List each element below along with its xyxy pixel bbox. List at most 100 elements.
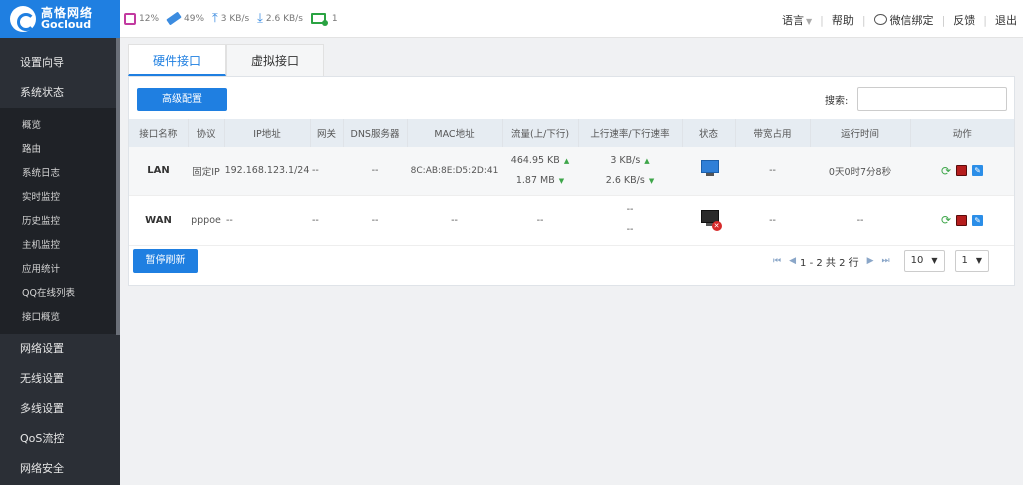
download-value: 2.6 KB/s [265, 13, 303, 24]
refresh-icon[interactable]: ⟳ [941, 213, 951, 227]
col-header-ip[interactable]: IP地址 [224, 119, 311, 147]
interface-protocol: pppoe [188, 195, 224, 246]
sidebar-item-interface-overview[interactable]: 接口概览 [0, 306, 120, 330]
prev-page-icon[interactable]: ◀ [789, 256, 796, 266]
interface-uptime: -- [810, 195, 910, 246]
monitor-icon[interactable] [956, 214, 968, 226]
pager-text: 1 - 2 共 2 行 [800, 257, 859, 269]
edit-icon[interactable]: ✎ [972, 214, 984, 226]
advanced-config-button[interactable]: 高级配置 [137, 88, 227, 111]
top-nav: 语言 ▼ | 帮助 | 微信绑定 | 反馈 | 退出 [782, 12, 1017, 28]
col-header-gateway[interactable]: 网关 [310, 119, 344, 147]
col-header-dns[interactable]: DNS服务器 [343, 119, 408, 147]
col-header-rate[interactable]: 上行速率/下行速率 [578, 119, 683, 147]
cloud-logo-icon [10, 6, 36, 32]
interface-protocol: 固定IP [188, 147, 224, 196]
online-devices-icon [310, 13, 328, 26]
language-label: 语言 [781, 14, 804, 27]
sidebar-item-multiline-settings[interactable]: 多线设置 [0, 394, 120, 424]
feedback-link[interactable]: 反馈 [953, 12, 975, 28]
sidebar-item-system-status[interactable]: 系统状态 [0, 78, 120, 108]
help-link[interactable]: 帮助 [832, 12, 854, 28]
table-header-row: 接口名称 协议 IP地址 网关 DNS服务器 MAC地址 流量(上/下行) 上行… [129, 119, 1014, 147]
cpu-icon [124, 12, 136, 25]
sidebar-item-routing[interactable]: 路由 [0, 138, 120, 162]
connected-computer-icon [698, 160, 720, 178]
sidebar-item-network-settings[interactable]: 网络设置 [0, 334, 120, 364]
online-value: 1 [331, 13, 338, 24]
wechat-bind-link[interactable]: 微信绑定 [873, 12, 934, 28]
sidebar-scrollbar[interactable] [116, 38, 120, 335]
sidebar-item-qos[interactable]: QoS流控 [0, 424, 120, 454]
interface-status [682, 147, 735, 196]
down-arrow-icon: ▼ [558, 176, 565, 185]
search-label: 搜索: [825, 96, 849, 107]
refresh-icon[interactable]: ⟳ [941, 164, 951, 178]
col-header-name[interactable]: 接口名称 [129, 119, 189, 147]
next-page-icon[interactable]: ▶ [867, 256, 874, 266]
table-row: LAN 固定IP 192.168.123.1/24 -- -- 8C:AB:8E… [129, 147, 1014, 196]
nav-divider: | [941, 13, 946, 27]
down-arrow-icon: ▼ [648, 176, 655, 185]
interface-actions: ⟳ ✎ [910, 147, 1014, 196]
pause-refresh-button[interactable]: 暂停刷新 [133, 249, 198, 273]
sidebar-item-qq-online[interactable]: QQ在线列表 [0, 282, 120, 306]
interfaces-table: 接口名称 协议 IP地址 网关 DNS服务器 MAC地址 流量(上/下行) 上行… [129, 119, 1014, 246]
interface-gateway: -- [310, 147, 343, 196]
disconnected-computer-icon: ✕ [698, 209, 722, 231]
up-arrow-icon: ▲ [563, 156, 570, 165]
sidebar-item-overview[interactable]: 概览 [0, 114, 120, 138]
monitor-icon[interactable] [956, 165, 968, 177]
table-row: WAN pppoe -- -- -- -- -- -- -- ✕ -- -- ⟳… [129, 195, 1014, 246]
traffic-up: 464.95 KB [510, 154, 560, 166]
sidebar-item-host-monitor[interactable]: 主机监控 [0, 234, 120, 258]
interface-dns: -- [343, 147, 407, 196]
sidebar: 设置向导 系统状态 概览 路由 系统日志 实时监控 历史监控 主机监控 应用统计… [0, 38, 120, 485]
interface-mac: -- [407, 195, 502, 246]
col-header-traffic[interactable]: 流量(上/下行) [502, 119, 579, 147]
interface-name: WAN [129, 195, 188, 246]
rate-up: 3 KB/s [610, 154, 641, 166]
page-select[interactable]: 1 ▼ [954, 250, 990, 272]
col-header-mac[interactable]: MAC地址 [407, 119, 503, 147]
col-header-actions: 动作 [910, 119, 1014, 147]
brand-logo[interactable]: 高恪网络 Gocloud [0, 0, 120, 38]
main-content: 硬件接口 虚拟接口 高级配置 搜索: 接口名称 协议 IP地址 网关 DNS服务… [128, 44, 1015, 286]
interface-actions: ⟳ ✎ [910, 195, 1014, 246]
download-stat: ⤓ 2.6 KB/s [257, 11, 303, 26]
interface-traffic: 464.95 KB ▲ 1.87 MB ▼ [502, 147, 578, 196]
sidebar-item-realtime-monitor[interactable]: 实时监控 [0, 186, 120, 210]
search-input[interactable] [857, 87, 1007, 111]
tab-hardware-interfaces[interactable]: 硬件接口 [128, 44, 226, 76]
interface-traffic: -- [502, 195, 578, 246]
top-bar: 高恪网络 Gocloud 12% 49% ⤒ 3 KB/s ⤓ 2.6 KB/s… [0, 0, 1023, 38]
last-page-icon[interactable]: ⏭ [882, 256, 890, 266]
col-header-uptime[interactable]: 运行时间 [810, 119, 911, 147]
col-header-status[interactable]: 状态 [682, 119, 736, 147]
edit-icon[interactable]: ✎ [972, 165, 984, 177]
sidebar-item-wireless-settings[interactable]: 无线设置 [0, 364, 120, 394]
sidebar-item-setup-wizard[interactable]: 设置向导 [0, 48, 120, 78]
wechat-icon [873, 14, 887, 25]
interface-mac: 8C:AB:8E:D5:2D:41 [407, 147, 502, 196]
col-header-bandwidth[interactable]: 带宽占用 [735, 119, 811, 147]
sidebar-item-history-monitor[interactable]: 历史监控 [0, 210, 120, 234]
language-menu[interactable]: 语言 ▼ [782, 12, 812, 28]
chevron-down-icon: ▼ [975, 256, 983, 265]
col-header-protocol[interactable]: 协议 [188, 119, 225, 147]
page-value: 1 [961, 255, 968, 266]
memory-stat: 49% [166, 11, 205, 26]
logout-link[interactable]: 退出 [995, 12, 1017, 28]
page-size-select[interactable]: 10 ▼ [903, 250, 945, 272]
tab-virtual-interfaces[interactable]: 虚拟接口 [226, 44, 324, 76]
interface-ip: -- [224, 195, 310, 246]
sidebar-item-system-log[interactable]: 系统日志 [0, 162, 120, 186]
sidebar-item-network-security[interactable]: 网络安全 [0, 454, 120, 484]
first-page-icon[interactable]: ⏮ [773, 256, 781, 266]
memory-value: 49% [184, 13, 205, 24]
rate-up: -- [626, 204, 634, 215]
sidebar-item-app-stats[interactable]: 应用统计 [0, 258, 120, 282]
pagination: ⏮ ◀ 1 - 2 共 2 行 ▶ ⏭ 10 ▼ 1 ▼ [769, 249, 990, 273]
download-arrow-icon: ⤓ [257, 11, 263, 26]
rate-down: -- [626, 224, 634, 235]
